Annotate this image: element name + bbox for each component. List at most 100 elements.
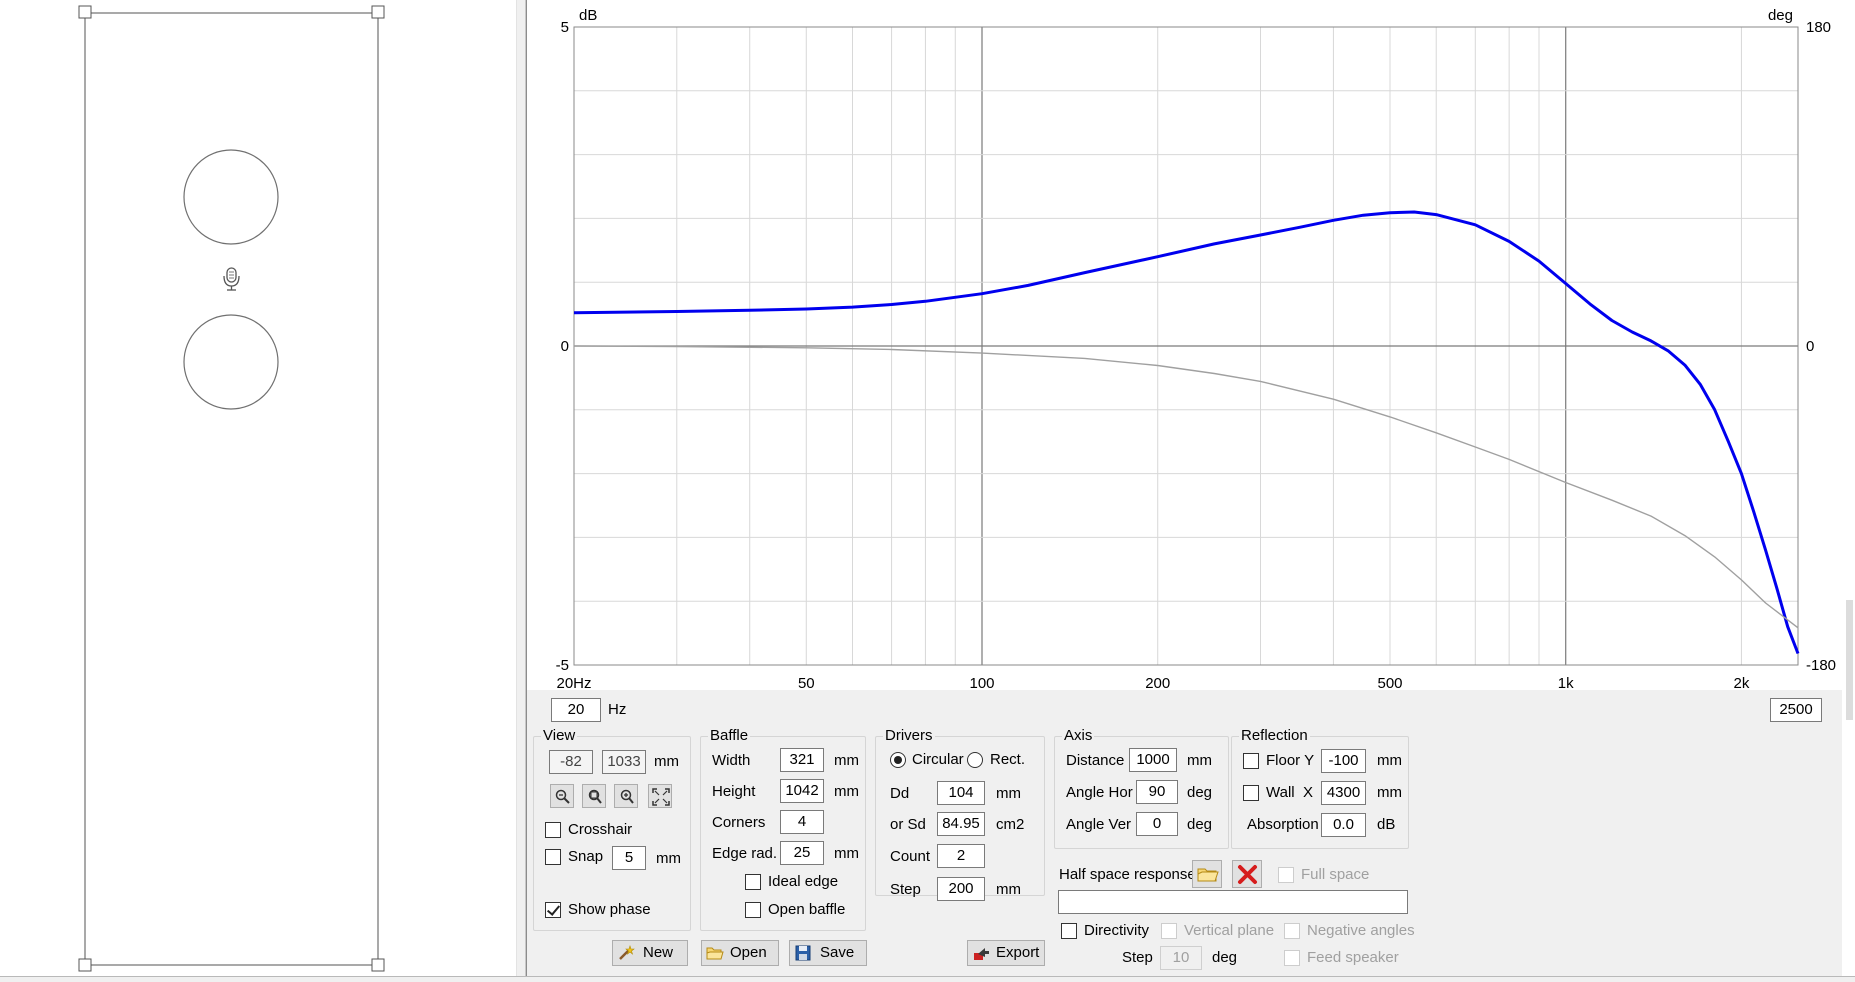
- wand-icon: [619, 945, 635, 960]
- dd-label: Dd: [890, 785, 910, 802]
- frequency-response-chart[interactable]: 20Hz 50 100 200 500 1k 2k 5 0 -5 180 0 -180 dB deg: [527, 0, 1842, 690]
- reflection-group-title: Reflection: [1239, 727, 1310, 744]
- baffle-handle-top-left[interactable]: [78, 5, 92, 19]
- baffle-height-input[interactable]: 1042: [780, 779, 824, 803]
- zoom-out-button[interactable]: [550, 784, 574, 808]
- snap-checkbox[interactable]: [545, 849, 561, 865]
- negative-angles-label: Negative angles: [1307, 922, 1415, 939]
- crosshair-checkbox[interactable]: [545, 822, 561, 838]
- expand-icon: [652, 788, 670, 806]
- snap-input[interactable]: 5: [612, 846, 646, 870]
- open-button[interactable]: Open: [701, 940, 779, 966]
- save-button[interactable]: Save: [789, 940, 867, 966]
- status-strip: [0, 976, 1855, 982]
- baffle-outline[interactable]: [84, 12, 379, 966]
- feed-speaker-label: Feed speaker: [1307, 949, 1399, 966]
- absorption-input[interactable]: 0.0: [1321, 813, 1366, 837]
- baffle-edge-input[interactable]: 25: [780, 841, 824, 865]
- pane-splitter[interactable]: [516, 0, 526, 980]
- microphone-icon[interactable]: [223, 267, 240, 291]
- scrollbar-thumb[interactable]: [1846, 600, 1853, 720]
- x-tick-label: 500: [1377, 675, 1402, 690]
- baffle-drawing[interactable]: [0, 0, 516, 976]
- freq-max-input[interactable]: 2500: [1770, 698, 1822, 722]
- full-space-checkbox: [1278, 867, 1294, 883]
- x-tick-label: 20Hz: [556, 675, 591, 690]
- chart-svg[interactable]: 20Hz 50 100 200 500 1k 2k50-51800-180dB deg: [527, 0, 1842, 690]
- driver-circle-2[interactable]: [183, 314, 279, 410]
- baffle-corners-label: Corners: [712, 814, 766, 831]
- y-left-tick-label: 0: [561, 338, 569, 355]
- wall-label: Wall X: [1266, 784, 1313, 801]
- driver-circle-1[interactable]: [183, 149, 279, 245]
- half-space-path-input[interactable]: [1058, 890, 1408, 914]
- circular-radio[interactable]: [890, 752, 906, 768]
- x-tick-label: 200: [1145, 675, 1170, 690]
- baffle-handle-bottom-right[interactable]: [371, 958, 385, 972]
- half-space-open-button[interactable]: [1192, 860, 1222, 888]
- view-group-title: View: [541, 727, 578, 744]
- directivity-step-label: Step: [1122, 949, 1153, 966]
- wall-checkbox[interactable]: [1243, 785, 1259, 801]
- step-input[interactable]: 200: [937, 877, 985, 901]
- baffle-handle-top-right[interactable]: [371, 5, 385, 19]
- export-button[interactable]: Export: [967, 940, 1045, 966]
- zoom-extents-button[interactable]: [648, 784, 672, 808]
- rect-label: Rect.: [990, 751, 1026, 768]
- baffle-width-input[interactable]: 321: [780, 748, 824, 772]
- absorption-label: Absorption: [1247, 816, 1319, 833]
- magnitude-curve: [573, 210, 1800, 655]
- baffle-canvas[interactable]: [0, 0, 516, 980]
- angle-ver-input[interactable]: 0: [1136, 812, 1178, 836]
- step-label: Step: [890, 881, 921, 898]
- baffle-width-label: Width: [712, 752, 751, 769]
- folder-icon: [1197, 868, 1219, 882]
- wall-input[interactable]: 4300: [1321, 781, 1366, 805]
- new-button[interactable]: New: [612, 940, 688, 966]
- floor-label: Floor Y: [1266, 752, 1315, 769]
- distance-label: Distance: [1066, 752, 1125, 769]
- baffle-handle-bottom-left[interactable]: [78, 958, 92, 972]
- wall-unit: mm: [1377, 784, 1402, 801]
- count-input[interactable]: 2: [937, 844, 985, 868]
- floppy-disk-icon: [795, 945, 811, 961]
- show-phase-checkbox[interactable]: [545, 902, 561, 918]
- step-unit: mm: [996, 881, 1021, 898]
- open-baffle-checkbox[interactable]: [745, 902, 761, 918]
- directivity-step-unit: deg: [1212, 949, 1238, 966]
- directivity-label: Directivity: [1084, 922, 1150, 939]
- half-space-clear-button[interactable]: [1232, 860, 1262, 888]
- directivity-step-input: 10: [1160, 946, 1202, 970]
- zoom-in-icon: [620, 789, 634, 804]
- floor-input[interactable]: -100: [1321, 749, 1366, 773]
- sd-input[interactable]: 84.95: [937, 812, 985, 836]
- ideal-edge-checkbox[interactable]: [745, 874, 761, 890]
- view-y-field: 1033: [602, 750, 646, 774]
- freq-min-input[interactable]: 20: [551, 698, 601, 722]
- zoom-fit-button[interactable]: [582, 784, 606, 808]
- feed-speaker-checkbox: [1284, 950, 1300, 966]
- view-unit: mm: [654, 753, 679, 770]
- ideal-edge-label: Ideal edge: [768, 873, 839, 890]
- y-right-tick-label: 180: [1806, 19, 1831, 36]
- floor-checkbox[interactable]: [1243, 753, 1259, 769]
- zoom-out-icon: [555, 789, 570, 804]
- baffle-corners-input[interactable]: 4: [780, 810, 824, 834]
- directivity-checkbox[interactable]: [1061, 923, 1077, 939]
- sd-unit: cm2: [996, 816, 1025, 833]
- x-tick-label: 50: [798, 675, 815, 690]
- vertical-plane-checkbox: [1161, 923, 1177, 939]
- x-tick-label: 2k: [1734, 675, 1750, 690]
- absorption-unit: dB: [1377, 816, 1396, 833]
- angle-hor-input[interactable]: 90: [1136, 780, 1178, 804]
- dd-input[interactable]: 104: [937, 781, 985, 805]
- rect-radio[interactable]: [967, 752, 983, 768]
- angle-ver-unit: deg: [1187, 816, 1213, 833]
- baffle-edge-unit: mm: [834, 845, 859, 862]
- distance-input[interactable]: 1000: [1129, 748, 1177, 772]
- freq-min-unit: Hz: [608, 701, 627, 718]
- zoom-in-button[interactable]: [614, 784, 638, 808]
- angle-ver-label: Angle Ver: [1066, 816, 1132, 833]
- vertical-plane-label: Vertical plane: [1184, 922, 1275, 939]
- x-tick-label: 1k: [1558, 675, 1574, 690]
